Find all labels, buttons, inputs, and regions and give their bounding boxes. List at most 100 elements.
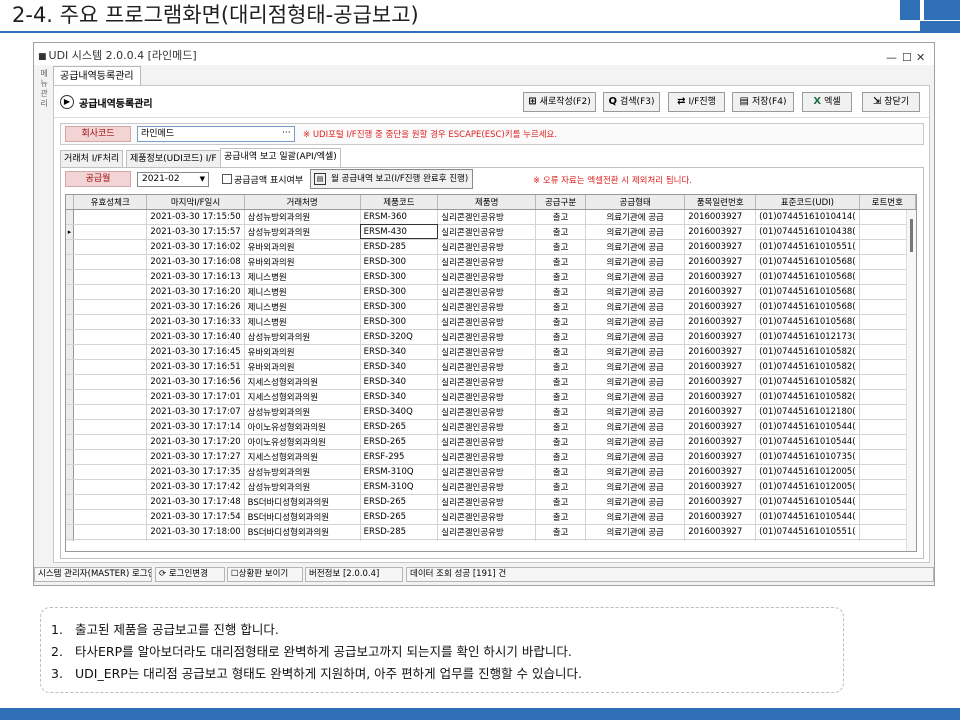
table-cell[interactable]: ERSD-265	[360, 494, 439, 510]
table-row[interactable]: 2021-03-30 17:16:26 제니스병원 ERSD-300 실리콘겔인공유방…	[66, 299, 916, 315]
grid-vertical-scrollbar[interactable]	[906, 210, 916, 551]
table-cell[interactable]: ERSD-265	[360, 509, 439, 525]
table-cell[interactable]	[73, 389, 148, 405]
table-cell[interactable]: 실리콘겔인공유방	[437, 329, 537, 345]
table-cell[interactable]: 의료기관에 공급	[585, 224, 686, 240]
row-indicator[interactable]	[66, 479, 75, 495]
column-header[interactable]: 제품명	[437, 195, 537, 210]
table-row[interactable]: ▸ 2021-03-30 17:15:57 삼성뉴방외과의원 ERSM-430 실리콘겔…	[66, 224, 916, 240]
table-cell[interactable]: 2021-03-30 17:16:40	[146, 329, 245, 345]
row-indicator[interactable]	[66, 359, 75, 375]
table-cell[interactable]: 출고	[535, 434, 587, 450]
table-cell[interactable]: ERSD-340Q	[360, 404, 439, 420]
table-cell[interactable]: 제니스병원	[244, 284, 361, 300]
company-lookup-button[interactable]: ···	[282, 128, 291, 138]
column-header[interactable]: 공급형태	[585, 195, 686, 210]
table-cell[interactable]: ERSD-265	[360, 434, 439, 450]
table-cell[interactable]	[73, 329, 148, 345]
table-cell[interactable]: 의료기관에 공급	[585, 494, 686, 510]
table-cell[interactable]	[73, 464, 148, 480]
table-cell[interactable]: (01)07445161010568(	[755, 284, 860, 300]
table-cell[interactable]: 2016003927	[684, 434, 757, 450]
table-cell[interactable]: 실리콘겔인공유방	[437, 359, 537, 375]
table-cell[interactable]: ERSD-340	[360, 344, 439, 360]
table-cell[interactable]	[73, 374, 148, 390]
column-header[interactable]: 표준코드(UDI)	[755, 195, 860, 210]
table-cell[interactable]: 의료기관에 공급	[585, 374, 686, 390]
table-cell[interactable]: 2021-03-30 17:17:27	[146, 449, 245, 465]
table-cell[interactable]: 유바외과의원	[244, 239, 361, 255]
table-cell[interactable]: (01)07445161010568(	[755, 314, 860, 330]
column-header[interactable]: 품목일련번호	[684, 195, 757, 210]
row-indicator[interactable]	[66, 329, 75, 345]
table-cell[interactable]: 실리콘겔인공유방	[437, 224, 537, 240]
table-cell[interactable]: BS더바디성형외과의원	[244, 494, 361, 510]
table-cell[interactable]	[73, 359, 148, 375]
table-cell[interactable]: (01)07445161012180(	[755, 404, 860, 420]
table-cell[interactable]: (01)07445161010544(	[755, 494, 860, 510]
row-indicator[interactable]	[66, 434, 75, 450]
table-row[interactable]: 2021-03-30 17:16:51 유바외과의원 ERSD-340 실리콘겔인공유…	[66, 359, 916, 375]
table-cell[interactable]: 실리콘겔인공유방	[437, 374, 537, 390]
table-cell[interactable]: 실리콘겔인공유방	[437, 209, 537, 225]
table-cell[interactable]	[73, 419, 148, 435]
table-cell[interactable]: 2016003927	[684, 479, 757, 495]
table-cell[interactable]: 의료기관에 공급	[585, 479, 686, 495]
table-cell[interactable]: 2021-03-30 17:17:35	[146, 464, 245, 480]
table-cell[interactable]: (01)07445161010582(	[755, 344, 860, 360]
table-row[interactable]: 2021-03-30 17:15:50 삼성뉴방외과의원 ERSM-360 실리콘겔인…	[66, 209, 916, 225]
table-cell[interactable]: ERSD-300	[360, 254, 439, 270]
row-indicator[interactable]	[66, 449, 75, 465]
row-indicator[interactable]	[66, 209, 75, 225]
table-cell[interactable]: 유바외과의원	[244, 254, 361, 270]
tab-customer-if[interactable]: 거래처 I/F처리	[60, 150, 124, 167]
table-cell[interactable]: 의료기관에 공급	[585, 299, 686, 315]
table-cell[interactable]: 출고	[535, 389, 587, 405]
table-cell[interactable]: 의료기관에 공급	[585, 359, 686, 375]
table-cell[interactable]: (01)07445161010582(	[755, 359, 860, 375]
table-cell[interactable]	[73, 524, 148, 540]
table-cell[interactable]: 지세스성형외과의원	[244, 449, 361, 465]
dashboard-checkbox[interactable]: ☐	[231, 569, 239, 579]
table-cell[interactable]: 2016003927	[684, 299, 757, 315]
row-indicator[interactable]	[66, 389, 75, 405]
table-cell[interactable]: (01)07445161010551(	[755, 524, 860, 540]
table-cell[interactable]: 출고	[535, 419, 587, 435]
dashboard-toggle[interactable]: ☐상황판 보이기	[227, 567, 303, 582]
table-cell[interactable]: 의료기관에 공급	[585, 329, 686, 345]
table-cell[interactable]: ERSD-340	[360, 374, 439, 390]
table-cell[interactable]: 2016003927	[684, 524, 757, 540]
table-cell[interactable]: 의료기관에 공급	[585, 239, 686, 255]
table-cell[interactable]: 의료기관에 공급	[585, 419, 686, 435]
monthly-report-button[interactable]: ▤ 월 공급내역 보고(I/F진행 완료후 진행)	[310, 169, 474, 189]
table-cell[interactable]: 2021-03-30 17:16:33	[146, 314, 245, 330]
table-cell[interactable]: 의료기관에 공급	[585, 209, 686, 225]
table-cell[interactable]: 실리콘겔인공유방	[437, 509, 537, 525]
table-cell[interactable]: (01)07445161010438(	[755, 224, 860, 240]
table-cell[interactable]: 지세스성형외과의원	[244, 389, 361, 405]
table-cell[interactable]	[73, 239, 148, 255]
company-code-input[interactable]: 라인메드	[137, 126, 295, 142]
table-cell[interactable]: 2016003927	[684, 314, 757, 330]
table-row[interactable]: 2021-03-30 17:17:54 BS더바디성형외과의원 ERSD-265 실리…	[66, 509, 916, 525]
table-cell[interactable]: 2021-03-30 17:16:20	[146, 284, 245, 300]
table-cell[interactable]: 삼성뉴방외과의원	[244, 224, 361, 240]
tab-supply-report[interactable]: 공급내역 보고 일괄(API/엑셀)	[220, 148, 341, 167]
table-cell[interactable]	[73, 479, 148, 495]
table-cell[interactable]: 2021-03-30 17:16:26	[146, 299, 245, 315]
grid-corner[interactable]	[66, 195, 75, 210]
table-cell[interactable]: 실리콘겔인공유방	[437, 314, 537, 330]
table-cell[interactable]: 2016003927	[684, 269, 757, 285]
table-cell[interactable]: 삼성뉴방외과의원	[244, 209, 361, 225]
table-cell[interactable]: ERSD-300	[360, 299, 439, 315]
new-button[interactable]: ⊞ 새로작성(F2)	[523, 92, 596, 112]
scroll-thumb[interactable]	[910, 219, 913, 252]
table-cell[interactable]: 의료기관에 공급	[585, 509, 686, 525]
table-cell[interactable]: (01)07445161010735(	[755, 449, 860, 465]
table-cell[interactable]: 출고	[535, 449, 587, 465]
table-cell[interactable]: 실리콘겔인공유방	[437, 269, 537, 285]
table-cell[interactable]: 2021-03-30 17:15:50	[146, 209, 245, 225]
table-cell[interactable]: 출고	[535, 209, 587, 225]
table-cell[interactable]: (01)07445161012005(	[755, 464, 860, 480]
table-cell[interactable]: 출고	[535, 374, 587, 390]
